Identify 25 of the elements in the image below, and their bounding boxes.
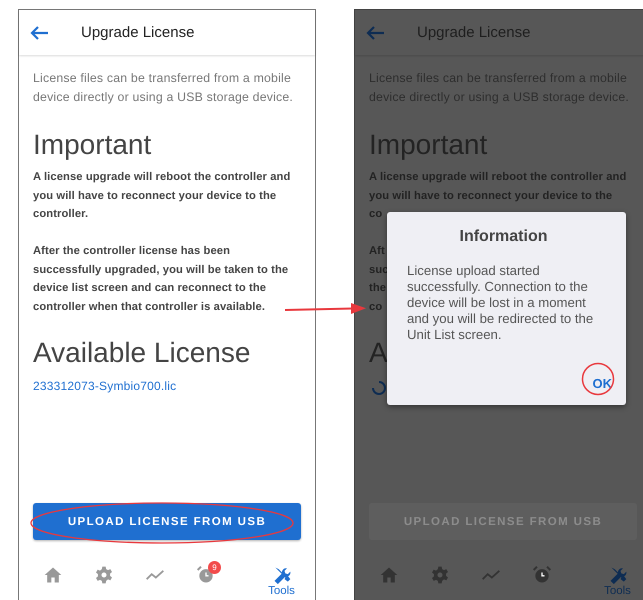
highlight-circle <box>581 362 615 396</box>
nav-tab[interactable]: Tools <box>256 565 307 598</box>
alarm-clock-icon <box>196 565 216 585</box>
note-paragraph: After the controller license has been successfully upgraded, you will be taken to the device list screen and can reconnect to the controller when that controller is available. <box>33 244 290 314</box>
home-icon <box>42 565 62 585</box>
license-file-link[interactable]: 233312073-Symbio700.lic <box>33 377 176 395</box>
tools-icon <box>272 565 292 585</box>
intro-text: License files can be transferred from a mobile device directly or using a USB storage device. <box>33 70 294 106</box>
back-button[interactable] <box>365 24 385 40</box>
settings-icon <box>94 565 114 585</box>
dialog-message: License upload started successfully. Connection to the device will be lost in a moment and you will be redirected to the Unit List screen. <box>407 263 594 343</box>
note-paragraph: A license upgrade will reboot the controller and you will have to reconnect your device to the controller. <box>33 170 292 222</box>
loading-spinner-icon <box>371 380 387 396</box>
section-heading: Available License <box>33 336 250 370</box>
home-icon <box>378 565 398 585</box>
alarm-clock-icon <box>532 565 552 585</box>
dialog-title: Information <box>458 228 548 246</box>
back-button[interactable] <box>29 24 49 40</box>
upload-button[interactable]: UPLOAD LICENSE FROM USB <box>33 503 301 540</box>
screen-title: Upgrade License <box>417 24 530 41</box>
section-heading: Important <box>33 128 152 162</box>
notification-badge: 9 <box>208 561 221 574</box>
settings-icon <box>430 565 450 585</box>
screen-title: Upgrade License <box>81 24 194 41</box>
tools-icon <box>608 565 628 585</box>
